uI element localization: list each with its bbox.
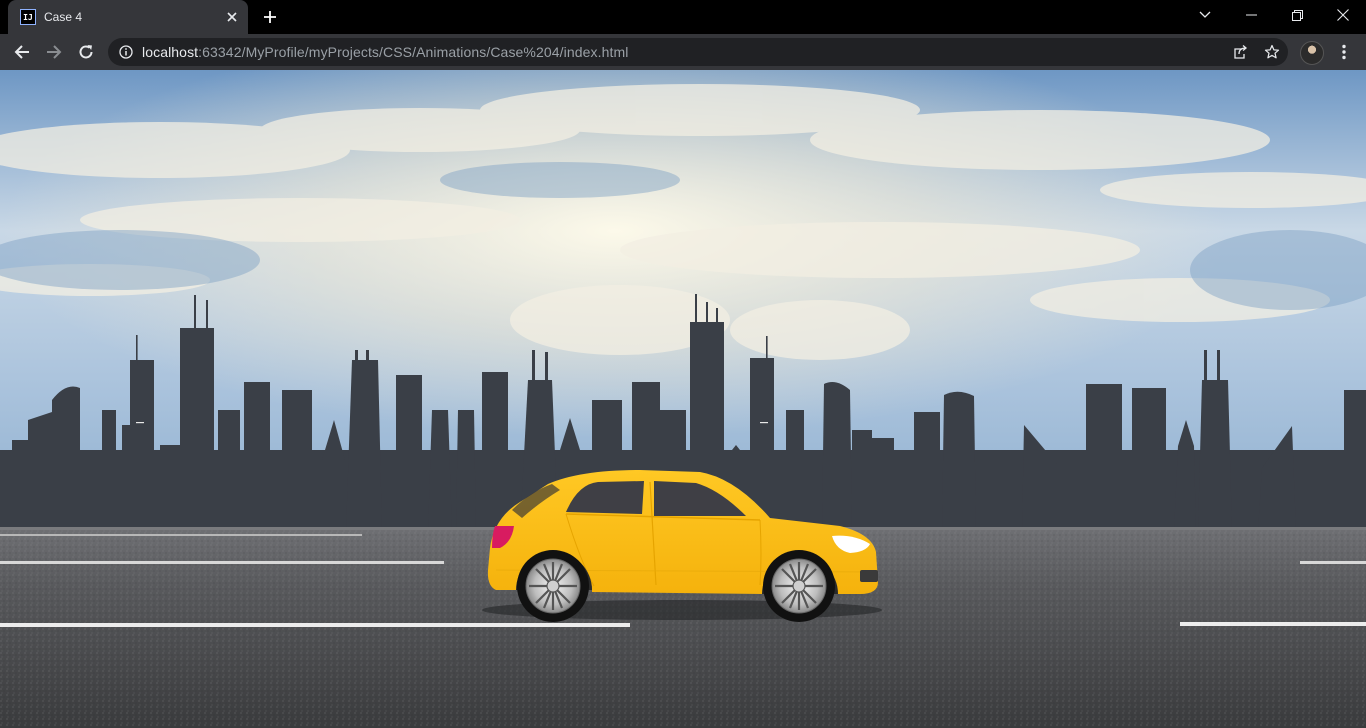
plus-icon [264, 11, 276, 23]
minimize-button[interactable] [1228, 0, 1274, 30]
browser-menu-button[interactable] [1334, 38, 1354, 66]
reload-button[interactable] [72, 38, 100, 66]
reload-icon [79, 45, 93, 59]
bookmark-button[interactable] [1262, 44, 1282, 60]
share-icon [1234, 45, 1248, 59]
city-road-scene [0, 70, 1366, 728]
new-tab-button[interactable] [258, 6, 282, 28]
arrow-right-icon [47, 45, 62, 59]
arrow-left-icon [14, 45, 29, 59]
browser-toolbar: localhost:63342/MyProfile/myProjects/CSS… [0, 34, 1366, 70]
address-bar[interactable]: localhost:63342/MyProfile/myProjects/CSS… [108, 38, 1288, 66]
url-path: :63342/MyProfile/myProjects/CSS/Animatio… [198, 44, 629, 60]
url-text[interactable]: localhost:63342/MyProfile/myProjects/CSS… [142, 44, 628, 60]
kebab-menu-icon [1342, 44, 1346, 60]
page-viewport [0, 70, 1366, 728]
info-icon[interactable] [118, 44, 134, 60]
star-icon [1264, 44, 1280, 59]
share-button[interactable] [1230, 44, 1250, 60]
chevron-down-icon [1199, 11, 1211, 18]
url-host: localhost [142, 44, 199, 60]
browser-tab[interactable]: IJ Case 4 [8, 0, 248, 34]
car-rear-wheel [517, 550, 589, 622]
restore-icon [1291, 9, 1303, 21]
tab-search-button[interactable] [1182, 0, 1228, 30]
lane-line [0, 534, 362, 536]
close-icon [1337, 9, 1349, 21]
tab-close-button[interactable] [222, 7, 242, 27]
car-front-wheel [763, 550, 835, 622]
intellij-icon: IJ [20, 9, 36, 25]
lane-line [0, 561, 444, 564]
tab-strip: IJ Case 4 [0, 0, 1366, 34]
window-close-button[interactable] [1320, 0, 1366, 30]
lane-line [0, 623, 630, 627]
lane-line [1180, 622, 1366, 626]
minimize-icon [1245, 14, 1257, 16]
profile-avatar[interactable] [1300, 41, 1324, 65]
restore-button[interactable] [1274, 0, 1320, 30]
close-icon [227, 12, 237, 22]
back-button[interactable] [8, 38, 36, 66]
forward-button[interactable] [40, 38, 68, 66]
lane-line [1300, 561, 1366, 564]
tab-title: Case 4 [44, 10, 83, 24]
